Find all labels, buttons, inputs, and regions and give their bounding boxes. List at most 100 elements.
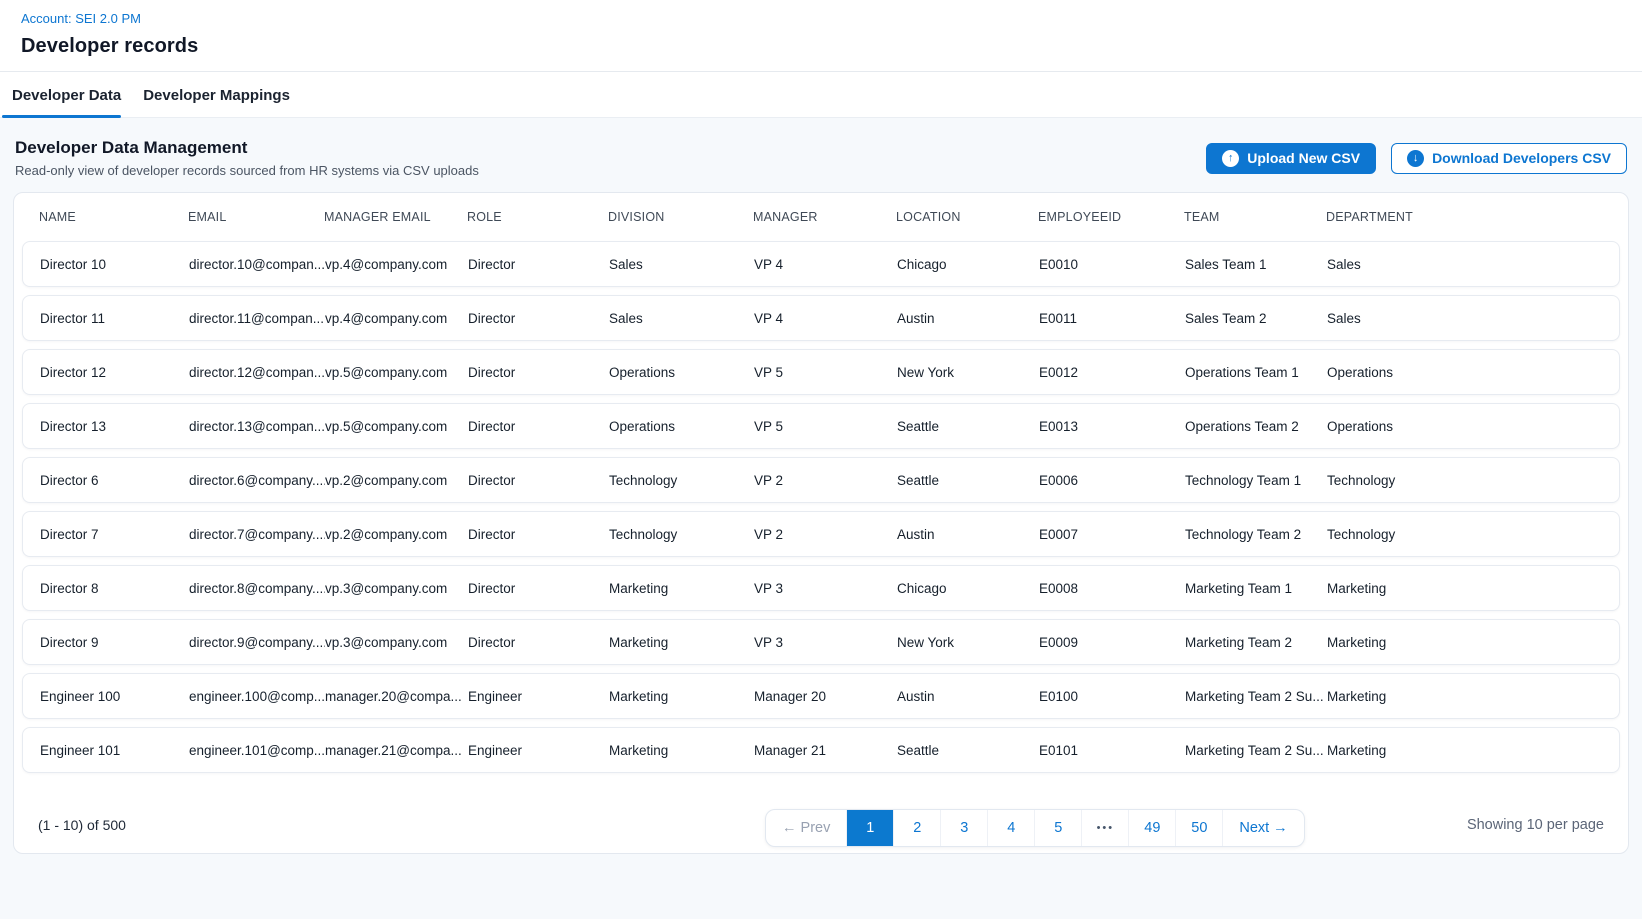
column-header-role: ROLE: [467, 210, 608, 224]
cell-manager: Manager 21: [754, 743, 897, 758]
table-body: Director 10director.10@compan...vp.4@com…: [14, 241, 1628, 773]
cell-name: Director 10: [40, 257, 189, 272]
cell-manager-email: vp.5@company.com: [325, 419, 468, 434]
cell-division: Technology: [609, 527, 754, 542]
cell-department: Technology: [1327, 473, 1602, 488]
column-header-location: LOCATION: [896, 210, 1038, 224]
cell-division: Marketing: [609, 689, 754, 704]
cell-team: Sales Team 2: [1185, 311, 1327, 326]
tab-developer-mappings[interactable]: Developer Mappings: [143, 72, 290, 117]
cell-name: Director 9: [40, 635, 189, 650]
cell-email: director.6@company....: [189, 473, 325, 488]
upload-icon: ↑: [1222, 150, 1239, 167]
cell-manager-email: vp.3@company.com: [325, 635, 468, 650]
pagination-ellipsis: •••: [1081, 810, 1128, 846]
table-row: Director 11director.11@compan...vp.4@com…: [22, 295, 1620, 341]
cell-manager-email: vp.3@company.com: [325, 581, 468, 596]
cell-employeeid: E0013: [1039, 419, 1185, 434]
cell-employeeid: E0101: [1039, 743, 1185, 758]
cell-manager: VP 2: [754, 473, 897, 488]
cell-division: Technology: [609, 473, 754, 488]
pagination-page-49[interactable]: 49: [1128, 810, 1175, 846]
cell-division: Operations: [609, 419, 754, 434]
table-row: Director 13director.13@compan...vp.5@com…: [22, 403, 1620, 449]
cell-role: Engineer: [468, 743, 609, 758]
cell-team: Marketing Team 2 Su...: [1185, 743, 1327, 758]
upload-new-csv-button[interactable]: ↑ Upload New CSV: [1206, 143, 1376, 174]
pagination-page-4[interactable]: 4: [987, 810, 1034, 846]
cell-manager: VP 3: [754, 635, 897, 650]
cell-role: Director: [468, 473, 609, 488]
cell-location: New York: [897, 635, 1039, 650]
cell-department: Marketing: [1327, 581, 1602, 596]
cell-department: Operations: [1327, 365, 1602, 380]
cell-email: director.7@company....: [189, 527, 325, 542]
cell-employeeid: E0008: [1039, 581, 1185, 596]
cell-department: Marketing: [1327, 743, 1602, 758]
cell-department: Marketing: [1327, 635, 1602, 650]
column-header-manager-email: MANAGER EMAIL: [324, 210, 467, 224]
pagination-page-5[interactable]: 5: [1034, 810, 1081, 846]
pagination-page-3[interactable]: 3: [940, 810, 987, 846]
tabbar: Developer Data Developer Mappings: [0, 72, 1642, 118]
cell-manager-email: vp.2@company.com: [325, 473, 468, 488]
table-row: Engineer 100engineer.100@comp...manager.…: [22, 673, 1620, 719]
pagination-page-2[interactable]: 2: [893, 810, 940, 846]
cell-employeeid: E0006: [1039, 473, 1185, 488]
pagination-prev-button[interactable]: ← Prev: [766, 810, 846, 846]
cell-role: Director: [468, 257, 609, 272]
cell-role: Engineer: [468, 689, 609, 704]
download-developers-csv-button[interactable]: ↓ Download Developers CSV: [1391, 143, 1627, 174]
section-title: Developer Data Management: [15, 138, 479, 158]
cell-manager-email: vp.5@company.com: [325, 365, 468, 380]
cell-team: Marketing Team 2: [1185, 635, 1327, 650]
table-row: Director 10director.10@compan...vp.4@com…: [22, 241, 1620, 287]
cell-name: Engineer 101: [40, 743, 189, 758]
page-title: Developer records: [21, 35, 1621, 58]
table-row: Director 6director.6@company....vp.2@com…: [22, 457, 1620, 503]
cell-manager: Manager 20: [754, 689, 897, 704]
per-page-text: Showing 10 per page: [1467, 817, 1604, 833]
cell-division: Sales: [609, 257, 754, 272]
cell-team: Technology Team 2: [1185, 527, 1327, 542]
upload-button-label: Upload New CSV: [1247, 150, 1360, 166]
cell-manager-email: vp.4@company.com: [325, 257, 468, 272]
section-titles: Developer Data Management Read-only view…: [15, 138, 479, 178]
download-button-label: Download Developers CSV: [1432, 150, 1611, 166]
column-header-team: TEAM: [1184, 210, 1326, 224]
cell-manager: VP 2: [754, 527, 897, 542]
cell-team: Operations Team 2: [1185, 419, 1327, 434]
cell-role: Director: [468, 635, 609, 650]
cell-name: Director 11: [40, 311, 189, 326]
cell-location: Austin: [897, 527, 1039, 542]
cell-manager: VP 5: [754, 419, 897, 434]
pagination-page-50[interactable]: 50: [1175, 810, 1222, 846]
cell-manager: VP 4: [754, 257, 897, 272]
cell-employeeid: E0009: [1039, 635, 1185, 650]
cell-team: Marketing Team 2 Su...: [1185, 689, 1327, 704]
cell-team: Marketing Team 1: [1185, 581, 1327, 596]
account-link[interactable]: Account: SEI 2.0 PM: [21, 11, 141, 26]
csv-actions: ↑ Upload New CSV ↓ Download Developers C…: [1206, 143, 1627, 174]
cell-team: Technology Team 1: [1185, 473, 1327, 488]
table-footer: (1 - 10) of 500 ← Prev12345•••4950Next →…: [14, 781, 1628, 833]
pagination-page-1[interactable]: 1: [846, 810, 893, 846]
cell-location: Chicago: [897, 581, 1039, 596]
tab-developer-data[interactable]: Developer Data: [12, 72, 121, 117]
cell-employeeid: E0011: [1039, 311, 1185, 326]
cell-name: Director 13: [40, 419, 189, 434]
cell-division: Sales: [609, 311, 754, 326]
cell-name: Director 6: [40, 473, 189, 488]
cell-department: Operations: [1327, 419, 1602, 434]
cell-manager-email: manager.20@compa...: [325, 689, 468, 704]
page-header: Account: SEI 2.0 PM Developer records: [0, 0, 1642, 72]
cell-division: Marketing: [609, 743, 754, 758]
table-header-row: NAMEEMAILMANAGER EMAILROLEDIVISIONMANAGE…: [22, 193, 1620, 241]
table-row: Director 8director.8@company....vp.3@com…: [22, 565, 1620, 611]
pagination-next-button[interactable]: Next →: [1222, 810, 1303, 846]
cell-employeeid: E0012: [1039, 365, 1185, 380]
cell-location: New York: [897, 365, 1039, 380]
table-row: Director 12director.12@compan...vp.5@com…: [22, 349, 1620, 395]
developer-table-panel: NAMEEMAILMANAGER EMAILROLEDIVISIONMANAGE…: [13, 192, 1629, 854]
cell-manager-email: manager.21@compa...: [325, 743, 468, 758]
